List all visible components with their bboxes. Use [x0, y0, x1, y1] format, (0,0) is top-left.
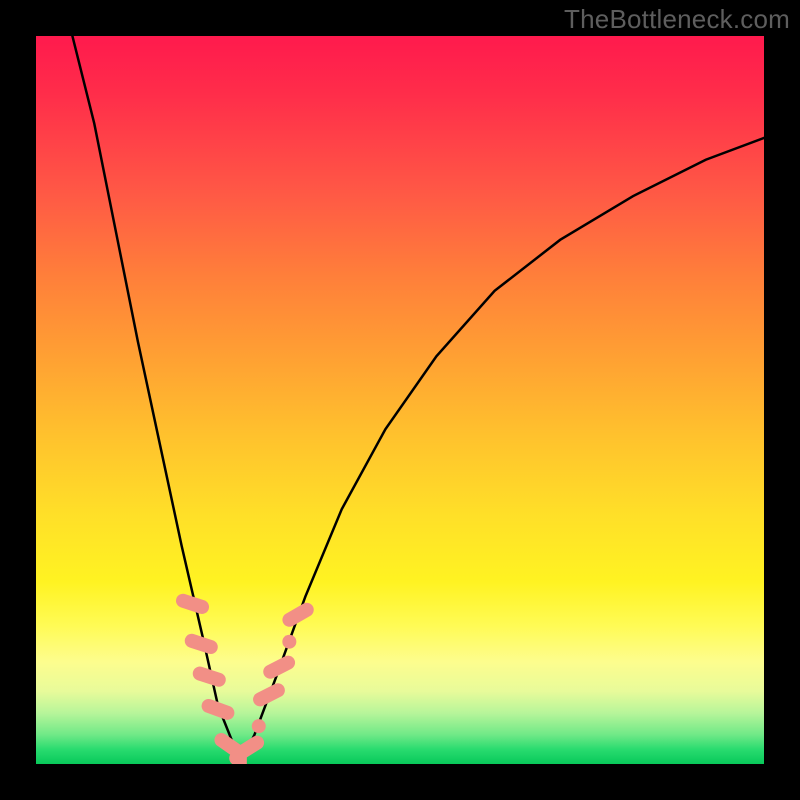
marker-right-2 — [261, 653, 298, 681]
marker-right-dot2 — [282, 635, 296, 649]
watermark-text: TheBottleneck.com — [564, 4, 790, 35]
plot-area — [36, 36, 764, 764]
curve-bottleneck-left — [72, 36, 239, 764]
marker-right-dot — [252, 719, 266, 733]
marker-bottom — [233, 745, 247, 764]
marker-right-3 — [280, 600, 316, 629]
curve-layer — [36, 36, 764, 764]
curve-bottleneck-right — [240, 138, 764, 764]
marker-right-1 — [251, 681, 288, 709]
chart-frame: TheBottleneck.com — [0, 0, 800, 800]
